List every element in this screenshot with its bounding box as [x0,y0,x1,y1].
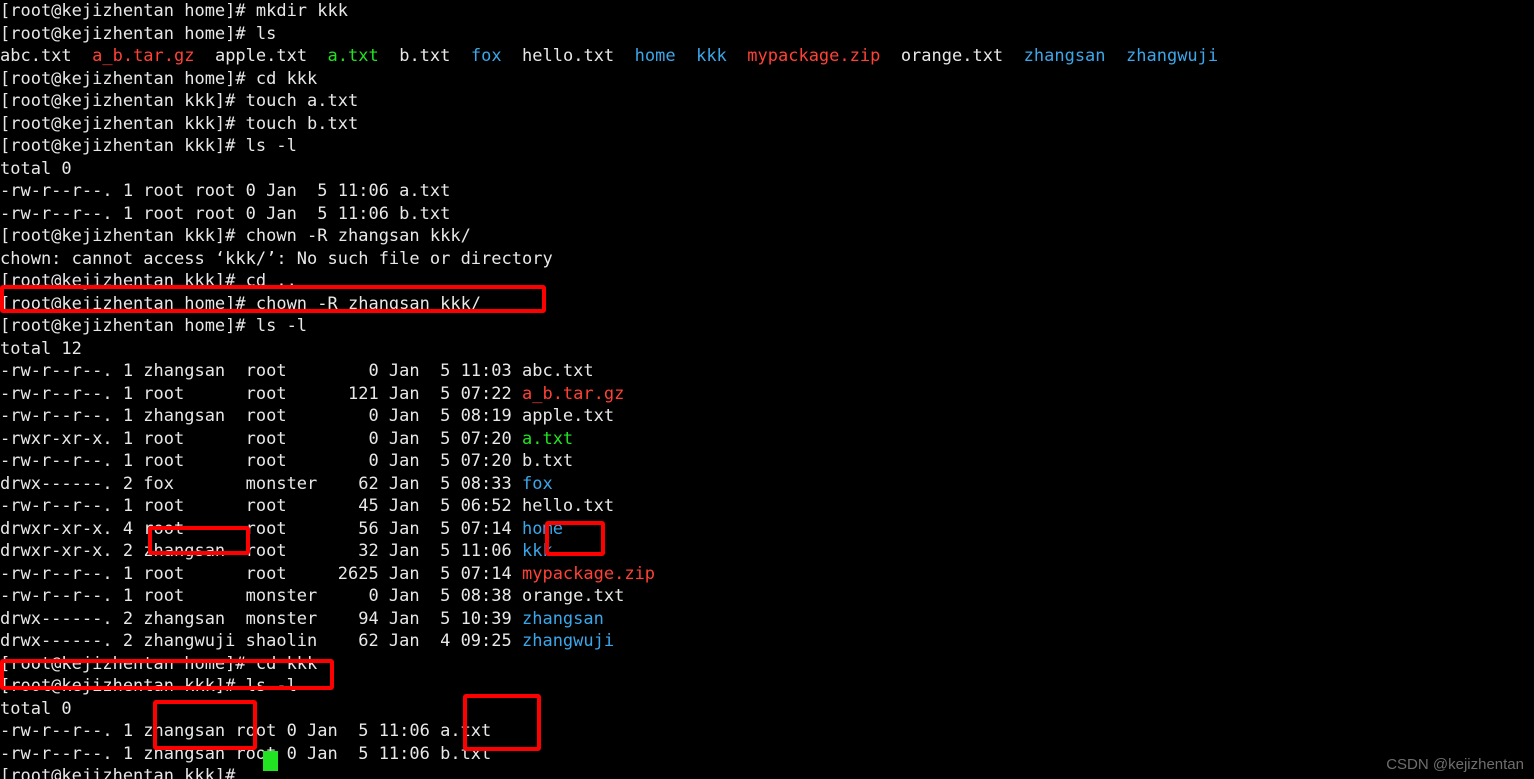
terminal-text-segment: -rw-r--r--. 1 zhangsan root 0 Jan 5 08:1… [0,406,615,426]
terminal-text-segment: -rw-r--r--. 1 zhangsan root 0 Jan 5 11:0… [0,743,492,764]
terminal-text-segment: -rw-r--r--. 1 root root 121 Jan 5 07:22 [0,383,522,404]
terminal-text-segment: fox [470,46,502,66]
terminal-line: -rwxr-xr-x. 1 root root 0 Jan 5 07:20 a.… [0,428,1534,451]
terminal-text-segment: -rw-r--r--. 1 root monster 0 Jan 5 08:38… [0,586,625,606]
terminal-text-segment: kkk [521,541,553,561]
terminal-line: drwx------. 2 fox monster 62 Jan 5 08:33… [0,473,1534,496]
terminal-text-segment: -rw-r--r--. 1 root root 2625 Jan 5 07:14 [0,563,522,584]
terminal-line: drwx------. 2 zhangsan monster 94 Jan 5 … [0,608,1534,631]
terminal-text-segment: drwxr-xr-x. 4 root root 56 Jan 5 07:14 [0,518,522,539]
terminal-text-segment: orange.txt [880,46,1024,66]
terminal-text-segment: [root@kejizhentan kkk]# ls -l [0,676,297,696]
terminal-line: drwxr-xr-x. 4 root root 56 Jan 5 07:14 h… [0,518,1534,541]
terminal-line: -rw-r--r--. 1 zhangsan root 0 Jan 5 11:0… [0,743,1534,766]
terminal-line: chown: cannot access ‘kkk/’: No such fil… [0,248,1534,271]
terminal-text-segment: [root@kejizhentan kkk]# chown -R zhangsa… [0,226,471,246]
terminal-text-segment: drwxr-xr-x. 2 zhangsan root 32 Jan 5 11:… [0,541,522,561]
terminal-text-segment: [root@kejizhentan home]# ls -l [0,316,308,336]
terminal-line: -rw-r--r--. 1 root root 0 Jan 5 11:06 b.… [0,203,1534,226]
terminal-line: [root@kejizhentan home]# cd kkk [0,68,1534,91]
terminal-text-segment: a.txt [521,428,574,449]
terminal-text-segment: abc.txt [0,46,93,66]
terminal-line: -rw-r--r--. 1 zhangsan root 0 Jan 5 11:0… [0,720,1534,743]
terminal-line: [root@kejizhentan home]# ls [0,23,1534,46]
terminal-text-segment: a_b.tar.gz [92,46,195,66]
terminal-line: -rw-r--r--. 1 root root 121 Jan 5 07:22 … [0,383,1534,406]
terminal-text-segment: [root@kejizhentan kkk]# [0,766,236,779]
terminal-text-segment: home [521,518,563,539]
terminal-line: [root@kejizhentan home]# mkdir kkk [0,0,1534,23]
terminal-text-segment: -rw-r--r--. 1 root root 0 Jan 5 11:06 b.… [0,203,451,224]
terminal-text-segment: total 12 [0,338,82,359]
terminal-line: total 0 [0,158,1534,181]
terminal-line: -rw-r--r--. 1 root root 0 Jan 5 11:06 a.… [0,180,1534,203]
terminal-text-segment: [root@kejizhentan home]# cd kkk [0,68,318,89]
terminal-text-segment: chown: cannot access ‘kkk/’: No such fil… [0,248,553,269]
terminal-line: total 0 [0,698,1534,721]
terminal-text-segment: [root@kejizhentan home]# mkdir kkk [0,1,348,21]
watermark-label: CSDN @kejizhentan [1386,756,1524,773]
terminal-cursor [263,751,278,771]
terminal-line: -rw-r--r--. 1 root root 45 Jan 5 06:52 h… [0,495,1534,518]
terminal-text-segment: b.txt [378,46,471,66]
terminal-text-segment: [root@kejizhentan kkk]# touch a.txt [0,91,359,111]
terminal-line: -rw-r--r--. 1 root monster 0 Jan 5 08:38… [0,585,1534,608]
terminal-text-segment: [root@kejizhentan kkk]# ls -l [0,136,297,156]
terminal-text-segment: -rw-r--r--. 1 zhangsan root 0 Jan 5 11:0… [0,361,594,381]
terminal-text-segment: total 0 [0,698,72,719]
terminal-line: [root@kejizhentan kkk]# [0,765,1534,779]
terminal-line: [root@kejizhentan kkk]# touch a.txt [0,90,1534,113]
terminal-line: [root@kejizhentan kkk]# chown -R zhangsa… [0,225,1534,248]
terminal-text-segment: zhangsan [521,608,604,629]
terminal-text-segment: mypackage.zip [747,46,881,66]
terminal-line: [root@kejizhentan kkk]# cd .. [0,270,1534,293]
terminal-line: -rw-r--r--. 1 root root 2625 Jan 5 07:14… [0,563,1534,586]
terminal-text-segment: fox [521,473,553,494]
terminal-text-segment: [root@kejizhentan kkk]# cd .. [0,271,297,291]
terminal-text-segment: [root@kejizhentan kkk]# touch b.txt [0,113,359,134]
terminal-text-segment: drwx------. 2 zhangwuji shaolin 62 Jan 4… [0,631,522,651]
terminal-line: -rw-r--r--. 1 root root 0 Jan 5 07:20 b.… [0,450,1534,473]
terminal-line: total 12 [0,338,1534,361]
terminal-text-segment: -rw-r--r--. 1 root root 0 Jan 5 07:20 b.… [0,451,574,471]
terminal-line: [root@kejizhentan kkk]# ls -l [0,675,1534,698]
terminal-line: [root@kejizhentan kkk]# ls -l [0,135,1534,158]
terminal-line: drwx------. 2 zhangwuji shaolin 62 Jan 4… [0,630,1534,653]
terminal-text-segment: total 0 [0,158,72,179]
terminal-text-segment: -rw-r--r--. 1 root root 45 Jan 5 06:52 h… [0,496,615,516]
terminal-text-segment: kkk [696,46,727,66]
terminal-line: [root@kejizhentan home]# cd kkk [0,653,1534,676]
terminal-line: [root@kejizhentan home]# ls -l [0,315,1534,338]
terminal-line: -rw-r--r--. 1 zhangsan root 0 Jan 5 11:0… [0,360,1534,383]
terminal-text-segment: -rwxr-xr-x. 1 root root 0 Jan 5 07:20 [0,428,522,449]
terminal-text-segment: -rw-r--r--. 1 root root 0 Jan 5 11:06 a.… [0,181,451,201]
terminal-output-lines: [root@kejizhentan home]# mkdir kkk [root@… [0,0,1534,779]
terminal-text-segment: drwx------. 2 fox monster 62 Jan 5 08:33 [0,473,522,494]
terminal-text-segment: hello.txt [501,46,635,66]
terminal-line: drwxr-xr-x. 2 zhangsan root 32 Jan 5 11:… [0,540,1534,563]
terminal-text-segment: apple.txt [194,46,328,66]
terminal-text-segment: [root@kejizhentan home]# chown -R zhangs… [0,293,482,314]
terminal-text-segment: home [634,46,676,66]
terminal-text-segment: -rw-r--r--. 1 zhangsan root 0 Jan 5 11:0… [0,721,492,741]
terminal-line: [root@kejizhentan kkk]# touch b.txt [0,113,1534,136]
terminal-text-segment: [root@kejizhentan home]# ls [0,23,277,44]
terminal-text-segment: zhangwuji [521,631,615,651]
terminal-text-segment: zhangwuji [1126,46,1219,66]
terminal-window[interactable]: [root@kejizhentan home]# mkdir kkk [root@… [0,0,1534,779]
terminal-text-segment: mypackage.zip [521,563,656,584]
terminal-line: [root@kejizhentan home]# chown -R zhangs… [0,293,1534,316]
terminal-line: -rw-r--r--. 1 zhangsan root 0 Jan 5 08:1… [0,405,1534,428]
terminal-text-segment: drwx------. 2 zhangsan monster 94 Jan 5 … [0,608,522,629]
terminal-text-segment: zhangsan [1023,46,1106,66]
terminal-text-segment: [root@kejizhentan home]# cd kkk [0,653,318,674]
terminal-line: abc.txt a_b.tar.gz apple.txt a.txt b.txt… [0,45,1534,68]
terminal-text-segment: a_b.tar.gz [521,383,625,404]
terminal-text-segment: a.txt [327,46,379,66]
